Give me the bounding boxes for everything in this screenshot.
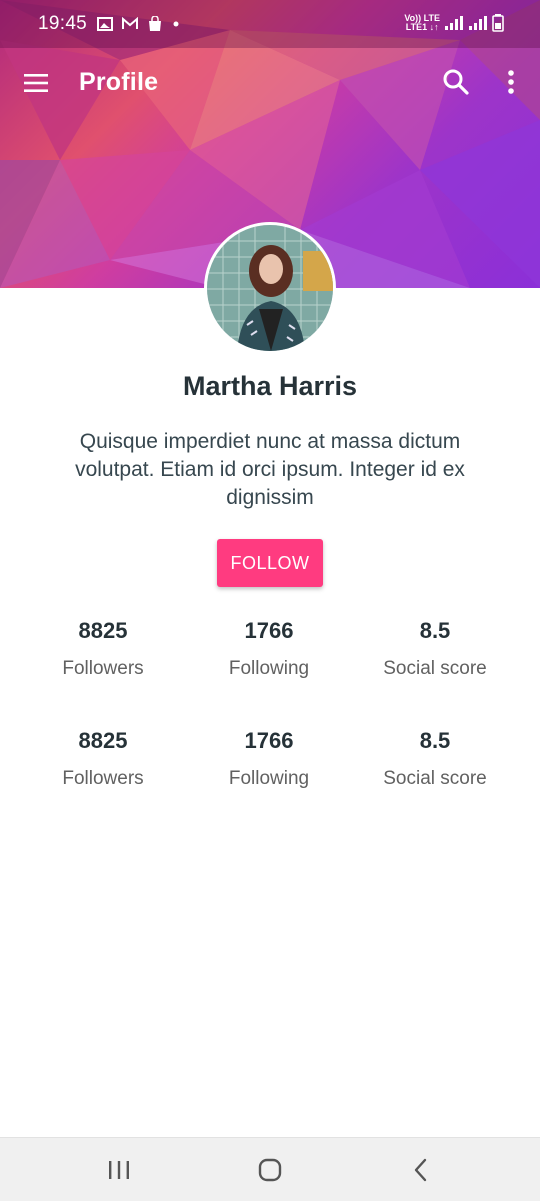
- stat-label: Following: [228, 768, 310, 789]
- stats-row: 8825 Followers 1766 Following 8.5 Social…: [20, 618, 520, 680]
- status-time: 19:45: [38, 13, 88, 34]
- back-icon[interactable]: [406, 1156, 436, 1184]
- stats-row: 8825 Followers 1766 Following 8.5 Social…: [20, 728, 520, 790]
- profile-name: Martha Harris: [182, 371, 358, 401]
- more-notifications-dot-icon: [173, 21, 179, 27]
- page-title: Profile: [79, 68, 159, 96]
- avatar[interactable]: [204, 222, 336, 354]
- stat-value: 8825: [78, 728, 128, 753]
- stat-following[interactable]: 1766 Following: [186, 728, 352, 790]
- stat-social-score[interactable]: 8.5 Social score: [352, 618, 518, 680]
- profile-bio: Quisque imperdiet nunc at massa dictum v…: [75, 430, 465, 509]
- gallery-notification-icon: [97, 17, 114, 31]
- home-icon[interactable]: [255, 1156, 285, 1184]
- stat-value: 1766: [244, 728, 294, 753]
- bag-notification-icon: [149, 16, 162, 31]
- menu-icon[interactable]: [22, 71, 50, 95]
- battery-icon: [492, 14, 504, 32]
- stat-value: 8.5: [419, 728, 451, 753]
- network-line-2: LTE1 ↓↑: [405, 22, 439, 32]
- search-icon[interactable]: [442, 68, 470, 96]
- signal-icon-2: [469, 16, 487, 30]
- stat-social-score[interactable]: 8.5 Social score: [352, 728, 518, 790]
- system-nav-bar: [0, 1137, 540, 1201]
- follow-button[interactable]: FOLLOW: [217, 539, 323, 587]
- signal-icon: [445, 16, 463, 30]
- gmail-notification-icon: [122, 17, 139, 29]
- stat-label: Followers: [62, 768, 144, 789]
- stat-followers[interactable]: 8825 Followers: [20, 618, 186, 680]
- stat-followers[interactable]: 8825 Followers: [20, 728, 186, 790]
- recent-apps-icon[interactable]: [104, 1156, 134, 1184]
- stat-label: Followers: [62, 658, 144, 679]
- stat-label: Social score: [383, 768, 487, 789]
- more-vert-icon[interactable]: [500, 68, 522, 96]
- notification-icons: [97, 16, 181, 32]
- stat-value: 8825: [78, 618, 128, 643]
- status-bar: 19:45 Vo)) LTE LTE1 ↓↑: [0, 0, 540, 48]
- stat-label: Social score: [383, 658, 487, 679]
- stat-label: Following: [228, 658, 310, 679]
- status-right-icons: Vo)) LTE LTE1 ↓↑: [404, 14, 504, 32]
- app-bar: Profile: [0, 48, 540, 118]
- stat-value: 8.5: [419, 618, 451, 643]
- avatar-photo: [207, 225, 333, 351]
- stat-value: 1766: [244, 618, 294, 643]
- stat-following[interactable]: 1766 Following: [186, 618, 352, 680]
- network-type-indicator: Vo)) LTE LTE1 ↓↑: [404, 14, 440, 32]
